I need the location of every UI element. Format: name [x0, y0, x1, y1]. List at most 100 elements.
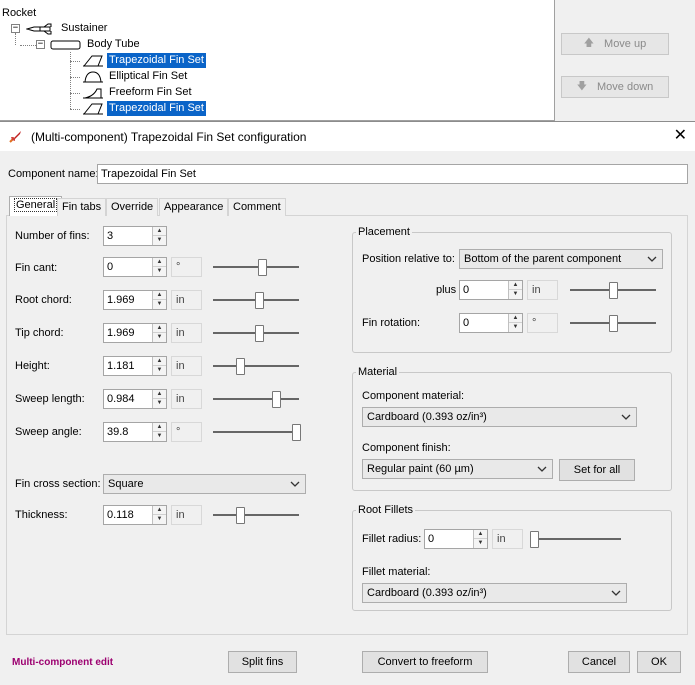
fin-cross-section-value: Square: [108, 478, 144, 490]
spinner-down-icon[interactable]: ▼: [509, 323, 522, 332]
slider-thumb[interactable]: [609, 315, 618, 332]
move-down-button[interactable]: 🡇 Move down: [561, 76, 669, 98]
spinner-up-icon[interactable]: ▲: [153, 423, 166, 432]
sweep-angle-spinner[interactable]: 39.8 ▲ ▼: [103, 422, 167, 442]
ok-button[interactable]: OK: [637, 651, 681, 673]
number-of-fins-spinner[interactable]: 3 ▲ ▼: [103, 226, 167, 246]
cancel-button[interactable]: Cancel: [568, 651, 630, 673]
spinner-down-icon[interactable]: ▼: [153, 236, 166, 245]
spinner-down-icon[interactable]: ▼: [153, 432, 166, 441]
height-unit[interactable]: in: [171, 356, 202, 376]
spinner-up-icon[interactable]: ▲: [153, 227, 166, 236]
spinner-up-icon[interactable]: ▲: [509, 281, 522, 290]
spinner-up-icon[interactable]: ▲: [153, 390, 166, 399]
split-fins-button[interactable]: Split fins: [228, 651, 297, 673]
tab-general[interactable]: General: [9, 196, 63, 216]
tree-connector: [15, 33, 16, 45]
tip-chord-spinner[interactable]: 1.969 ▲ ▼: [103, 323, 167, 343]
component-name-input[interactable]: Trapezoidal Fin Set: [97, 164, 688, 184]
tip-chord-slider[interactable]: [213, 323, 299, 343]
slider-thumb[interactable]: [609, 282, 618, 299]
plus-offset-spinner[interactable]: 0 ▲ ▼: [459, 280, 523, 300]
height-spinner[interactable]: 1.181 ▲ ▼: [103, 356, 167, 376]
tree-expander[interactable]: −: [11, 24, 20, 33]
root-chord-value: 1.969: [107, 294, 135, 306]
spinner-up-icon[interactable]: ▲: [153, 357, 166, 366]
fin-rotation-spinner[interactable]: 0 ▲ ▼: [459, 313, 523, 333]
slider-thumb[interactable]: [258, 259, 267, 276]
thickness-slider[interactable]: [213, 505, 299, 525]
spinner-down-icon[interactable]: ▼: [474, 539, 487, 548]
spinner-up-icon[interactable]: ▲: [153, 324, 166, 333]
sweep-length-spinner[interactable]: 0.984 ▲ ▼: [103, 389, 167, 409]
slider-thumb[interactable]: [236, 507, 245, 524]
tree-item-trapezoidal-fin-set[interactable]: Trapezoidal Fin Set: [82, 53, 206, 68]
root-chord-slider[interactable]: [213, 290, 299, 310]
tree-item-freeform-fin-set[interactable]: Freeform Fin Set: [82, 85, 194, 100]
tree-connector: [70, 77, 80, 78]
fillet-radius-unit[interactable]: in: [492, 529, 523, 549]
plus-offset-slider[interactable]: [570, 280, 656, 300]
thickness-unit[interactable]: in: [171, 505, 202, 525]
set-for-all-button[interactable]: Set for all: [559, 459, 635, 481]
fillet-material-dropdown[interactable]: Cardboard (0.393 oz/in³): [362, 583, 627, 603]
slider-thumb[interactable]: [255, 292, 264, 309]
root-chord-unit[interactable]: in: [171, 290, 202, 310]
spinner-down-icon[interactable]: ▼: [153, 333, 166, 342]
spinner-up-icon[interactable]: ▲: [153, 506, 166, 515]
tab-fin-tabs[interactable]: Fin tabs: [57, 198, 107, 216]
fillet-radius-slider[interactable]: [530, 529, 621, 549]
slider-thumb[interactable]: [530, 531, 539, 548]
height-slider[interactable]: [213, 356, 299, 376]
tab-appearance[interactable]: Appearance: [159, 198, 229, 216]
fin-rotation-value: 0: [463, 317, 470, 329]
sweep-length-unit[interactable]: in: [171, 389, 202, 409]
slider-thumb[interactable]: [236, 358, 245, 375]
spinner-up-icon[interactable]: ▲: [474, 530, 487, 539]
fin-cant-spinner[interactable]: 0 ▲ ▼: [103, 257, 167, 277]
root-chord-spinner[interactable]: 1.969 ▲ ▼: [103, 290, 167, 310]
thickness-spinner[interactable]: 0.118 ▲ ▼: [103, 505, 167, 525]
tree-item-rocket[interactable]: Rocket: [0, 6, 38, 21]
fin-rotation-slider[interactable]: [570, 313, 656, 333]
component-finish-dropdown[interactable]: Regular paint (60 µm): [362, 459, 553, 479]
spinner-down-icon[interactable]: ▼: [153, 300, 166, 309]
tree-item-sustainer[interactable]: Sustainer: [26, 21, 109, 36]
slider-thumb[interactable]: [272, 391, 281, 408]
spinner-down-icon[interactable]: ▼: [153, 399, 166, 408]
tree-expander[interactable]: −: [36, 40, 45, 49]
convert-to-freeform-button[interactable]: Convert to freeform: [362, 651, 488, 673]
fin-cross-section-dropdown[interactable]: Square: [103, 474, 306, 494]
tree-connector: [70, 93, 80, 94]
tree-item-trapezoidal-fin-set-2[interactable]: Trapezoidal Fin Set: [82, 101, 206, 116]
sweep-angle-unit[interactable]: °: [171, 422, 202, 442]
spinner-up-icon[interactable]: ▲: [509, 314, 522, 323]
fin-cant-slider[interactable]: [213, 257, 299, 277]
plus-offset-unit[interactable]: in: [527, 280, 558, 300]
sweep-angle-slider[interactable]: [213, 422, 301, 442]
tree-item-body-tube[interactable]: Body Tube: [50, 37, 142, 52]
fin-rotation-label: Fin rotation:: [362, 317, 421, 329]
move-up-button[interactable]: 🡅 Move up: [561, 33, 669, 55]
tree-item-elliptical-fin-set[interactable]: Elliptical Fin Set: [82, 69, 189, 84]
spinner-down-icon[interactable]: ▼: [509, 290, 522, 299]
tip-chord-unit[interactable]: in: [171, 323, 202, 343]
close-icon[interactable]: ✕: [674, 126, 687, 146]
component-tree[interactable]: Rocket − Sustainer − Body Tube Trapezoid…: [0, 0, 555, 121]
fin-cant-unit[interactable]: °: [171, 257, 202, 277]
spinner-up-icon[interactable]: ▲: [153, 258, 166, 267]
fillet-radius-spinner[interactable]: 0 ▲ ▼: [424, 529, 488, 549]
spinner-down-icon[interactable]: ▼: [153, 267, 166, 276]
spinner-up-icon[interactable]: ▲: [153, 291, 166, 300]
fin-rotation-unit[interactable]: °: [527, 313, 558, 333]
slider-thumb[interactable]: [292, 424, 301, 441]
sweep-length-slider[interactable]: [213, 389, 299, 409]
tab-override[interactable]: Override: [106, 198, 159, 216]
component-material-dropdown[interactable]: Cardboard (0.393 oz/in³): [362, 407, 637, 427]
spinner-down-icon[interactable]: ▼: [153, 515, 166, 524]
position-relative-dropdown[interactable]: Bottom of the parent component: [459, 249, 663, 269]
spinner-down-icon[interactable]: ▼: [153, 366, 166, 375]
dialog-titlebar[interactable]: (Multi-component) Trapezoidal Fin Set co…: [0, 122, 695, 151]
tab-comment[interactable]: Comment: [228, 198, 286, 216]
slider-thumb[interactable]: [255, 325, 264, 342]
